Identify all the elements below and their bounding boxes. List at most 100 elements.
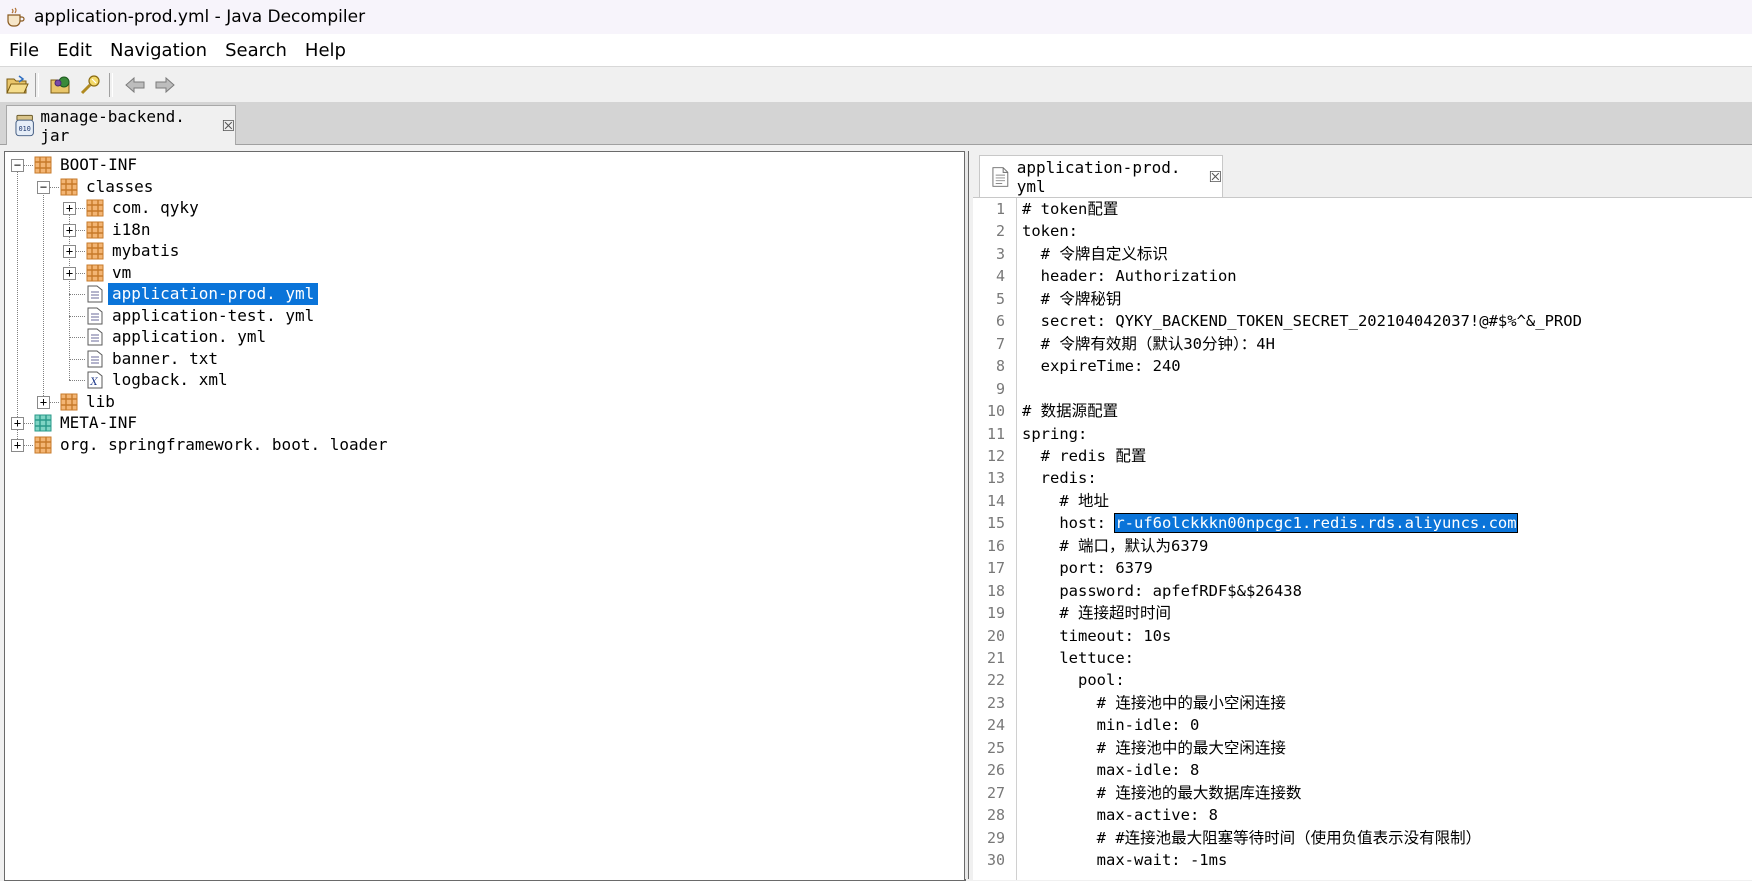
expand-icon[interactable]: + <box>37 395 50 409</box>
search-icon[interactable] <box>78 72 104 98</box>
code-line-text: # 连接超时时间 <box>1022 604 1171 623</box>
code-line: redis: <box>1022 467 1097 490</box>
code-line: spring: <box>1022 423 1087 446</box>
expand-icon[interactable]: + <box>63 223 76 237</box>
title-bar: application-prod.yml - Java Decompiler <box>0 0 1752 34</box>
code-line-text: # 连接池中的最小空闲连接 <box>1022 693 1286 712</box>
tree-item-label[interactable]: application-prod. yml <box>108 283 319 305</box>
code-line-text: min-idle: 0 <box>1022 716 1200 735</box>
code-line-text: timeout: 10s <box>1022 626 1172 645</box>
tree-item[interactable]: − classes <box>5 176 955 198</box>
code-line-text: expireTime: 240 <box>1022 357 1181 376</box>
code-line-text: max-idle: 8 <box>1022 761 1200 780</box>
file-icon <box>992 167 1009 187</box>
tree-item[interactable]: + org. springframework. boot. loader <box>5 434 955 456</box>
code-tab-label: application-prod. yml <box>1016 158 1181 196</box>
jar-icon: 010 <box>15 114 34 136</box>
back-icon[interactable] <box>122 72 148 98</box>
expand-icon[interactable]: + <box>63 202 76 215</box>
tree-connector <box>69 337 85 338</box>
line-number: 2 <box>995 222 1005 241</box>
tab-manage-backend-jar[interactable]: 010 manage-backend. jar ☒ <box>6 105 236 145</box>
line-number: 19 <box>986 604 1005 623</box>
tree-item-label[interactable]: classes <box>82 176 157 198</box>
tree-item[interactable]: Xlogback. xml <box>5 369 955 391</box>
code-line-text: # 端口，默认为6379 <box>1022 536 1209 555</box>
menu-navigation[interactable]: Navigation <box>101 40 216 61</box>
collapse-icon[interactable]: − <box>11 159 24 172</box>
line-number: 20 <box>986 626 1005 645</box>
package-icon <box>60 393 78 411</box>
line-number: 29 <box>986 828 1005 847</box>
tree-item[interactable]: application-test. yml <box>5 305 955 327</box>
code-line: header: Authorization <box>1022 265 1237 288</box>
tree-item-label[interactable]: mybatis <box>108 240 183 262</box>
line-number: 28 <box>986 806 1005 825</box>
tree-item-label[interactable]: i18n <box>108 219 155 241</box>
window-title: application-prod.yml - Java Decompiler <box>34 7 366 27</box>
code-line: # 令牌秘钥 <box>1022 288 1122 311</box>
package-icon <box>34 436 52 454</box>
tree-item-label[interactable]: META-INF <box>56 412 141 434</box>
coffee-cup-icon <box>7 7 25 27</box>
line-number: 5 <box>995 289 1005 308</box>
tree-item[interactable]: − BOOT-INF <box>5 154 955 176</box>
expand-icon[interactable]: + <box>11 417 24 430</box>
close-icon[interactable]: ☒ <box>222 117 235 135</box>
code-viewer-pane: application-prod. yml ☒ 1 2 3 4 5 6 7 8 9 10 11 12 1… <box>968 151 1752 880</box>
expand-icon[interactable]: + <box>11 438 24 452</box>
open-type-icon[interactable] <box>48 72 74 98</box>
code-line: # 地址 <box>1022 490 1109 513</box>
tab-application-prod-yml[interactable]: application-prod. yml ☒ <box>979 155 1223 198</box>
tree-item-label[interactable]: BOOT-INF <box>56 154 141 176</box>
tree-item[interactable]: + i18n <box>5 219 955 241</box>
tree-item[interactable]: application. yml <box>5 326 955 348</box>
code-line: lettuce: <box>1022 647 1134 670</box>
tree-item[interactable]: + META-INF <box>5 412 955 434</box>
code-line-text: secret: QYKY_BACKEND_TOKEN_SECRET_202104… <box>1022 312 1582 331</box>
toolbar <box>0 67 1752 104</box>
tree-item[interactable]: banner. txt <box>5 348 955 370</box>
open-file-icon[interactable] <box>4 72 30 98</box>
line-number: 6 <box>995 312 1005 331</box>
xml-file-icon: X <box>86 371 104 389</box>
code-area[interactable]: 1 2 3 4 5 6 7 8 9 10 11 12 13 14 15 16 17 18 19 20 21 22 23 24 2… <box>973 197 1752 880</box>
line-number: 9 <box>995 379 1005 398</box>
menu-edit[interactable]: Edit <box>48 40 101 61</box>
code-line: port: 6379 <box>1022 557 1153 580</box>
close-icon[interactable]: ☒ <box>1209 168 1222 186</box>
tree-item-label[interactable]: application-test. yml <box>108 305 318 327</box>
tree-item-label[interactable]: com. qyky <box>108 197 203 219</box>
tree-item-label[interactable]: application. yml <box>108 326 270 348</box>
tree-item-label[interactable]: vm <box>108 262 135 284</box>
code-line: password: apfefRDF$&$26438 <box>1022 580 1302 603</box>
line-number: 11 <box>986 424 1005 443</box>
menu-search[interactable]: Search <box>216 40 296 61</box>
code-line: # 连接超时时间 <box>1022 602 1171 625</box>
line-number: 23 <box>986 693 1005 712</box>
forward-icon[interactable] <box>152 72 178 98</box>
collapse-icon[interactable]: − <box>37 180 50 194</box>
tree-item[interactable]: + com. qyky <box>5 197 955 219</box>
code-line-text: pool: <box>1022 671 1125 690</box>
expand-icon[interactable]: + <box>63 245 76 258</box>
tree-item-label[interactable]: banner. txt <box>108 348 222 370</box>
line-number: 24 <box>986 716 1005 735</box>
menu-help[interactable]: Help <box>296 40 355 61</box>
tree-item[interactable]: application-prod. yml <box>5 283 955 305</box>
code-line: # 数据源配置 <box>1022 400 1118 423</box>
code-line-text: port: 6379 <box>1022 559 1153 578</box>
tree-item[interactable]: + mybatis <box>5 240 955 262</box>
menu-file[interactable]: File <box>0 40 48 61</box>
selected-host-text[interactable]: r-uf6olckkkn00npcgc1.redis.rds.aliyuncs.… <box>1114 513 1518 534</box>
tree-item-label[interactable]: logback. xml <box>108 369 232 391</box>
code-line: expireTime: 240 <box>1022 355 1181 378</box>
file-tab-bar: 010 manage-backend. jar ☒ <box>0 102 1752 145</box>
tree-item-label[interactable]: org. springframework. boot. loader <box>56 434 392 456</box>
tree-item[interactable]: + vm <box>5 262 955 284</box>
tree-item[interactable]: + lib <box>5 391 955 413</box>
expand-icon[interactable]: + <box>63 266 76 280</box>
tree-item-label[interactable]: lib <box>82 391 119 413</box>
code-line-text: # #连接池最大阻塞等待时间（使用负值表示没有限制） <box>1022 828 1482 847</box>
file-icon <box>86 285 104 303</box>
